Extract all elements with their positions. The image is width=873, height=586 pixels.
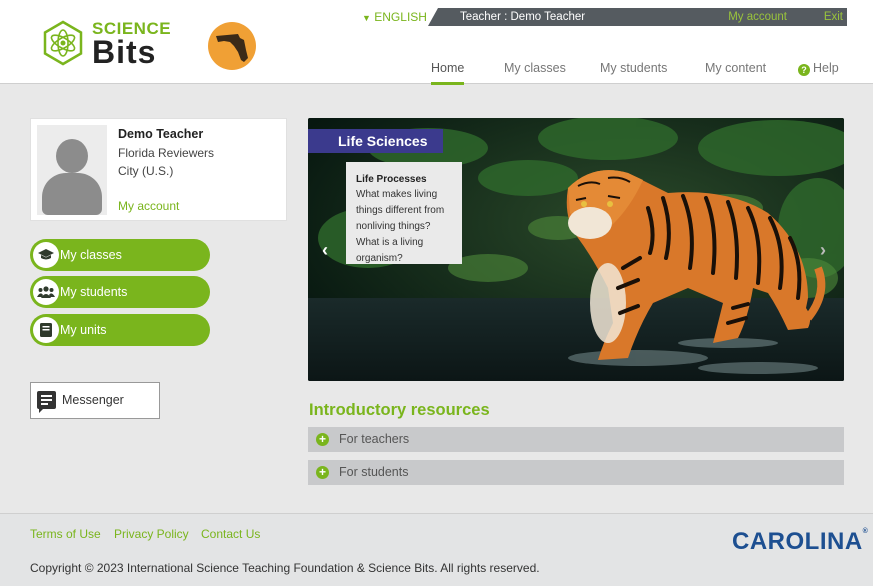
intro-resources-title: Introductory resources [309, 401, 490, 419]
profile-card: Demo Teacher Florida Reviewers City (U.S… [30, 118, 287, 221]
logo-bits-text: Bits [92, 34, 157, 70]
carousel-next-icon[interactable]: › [820, 240, 826, 261]
my-units-button[interactable]: My units [30, 314, 210, 346]
hero-card-title: Life Processes [356, 174, 427, 185]
terms-link[interactable]: Terms of Use [30, 527, 101, 541]
plus-icon: + [316, 466, 329, 479]
contact-link[interactable]: Contact Us [201, 527, 260, 541]
nav-my-content[interactable]: My content [705, 58, 766, 82]
avatar [37, 125, 107, 215]
header: SCIENCE Bits ▼ ENGLISH Teacher : Demo Te… [0, 0, 873, 85]
my-units-label: My units [60, 323, 107, 337]
avatar-body [42, 173, 102, 215]
profile-name: Demo Teacher [118, 127, 204, 141]
carousel-prev-icon[interactable]: ‹ [322, 240, 328, 261]
my-students-button[interactable]: My students [30, 276, 210, 308]
for-teachers-label: For teachers [339, 432, 410, 446]
my-students-label: My students [60, 285, 128, 299]
nav-home[interactable]: Home [431, 58, 465, 85]
hero-carousel: Life Sciences Life Processes What makes … [308, 118, 844, 381]
privacy-link[interactable]: Privacy Policy [114, 527, 189, 541]
graduation-cap-icon [33, 242, 59, 268]
copyright-text: Copyright © 2023 International Science T… [30, 561, 540, 575]
nav-my-students[interactable]: My students [600, 58, 667, 82]
nav-help-label: Help [813, 61, 839, 75]
my-classes-label: My classes [60, 248, 122, 262]
messenger-button[interactable]: Messenger [30, 382, 160, 419]
hero-info-card[interactable]: Life Processes What makes living things … [346, 162, 462, 264]
messenger-label: Messenger [62, 393, 124, 407]
for-teachers-accordion[interactable]: + For teachers [308, 427, 844, 452]
exit-link[interactable]: Exit [824, 8, 843, 26]
avatar-head [56, 139, 88, 173]
current-user: Teacher : Demo Teacher [460, 11, 586, 23]
atom-icon [43, 20, 83, 66]
my-account-link[interactable]: My account [728, 8, 787, 26]
science-bits-logo[interactable]: SCIENCE Bits [40, 16, 171, 74]
for-students-accordion[interactable]: + For students [308, 460, 844, 485]
hero-category-label: Life Sciences [308, 129, 443, 153]
book-icon [33, 317, 59, 343]
group-icon [33, 279, 59, 305]
user-bar: Teacher : Demo Teacher My account Exit [428, 8, 847, 26]
profile-city: City (U.S.) [118, 164, 174, 178]
nav-help[interactable]: ? Help [798, 58, 839, 82]
language-label: ENGLISH [374, 10, 427, 24]
help-icon: ? [798, 64, 810, 76]
profile-organization: Florida Reviewers [118, 146, 215, 160]
plus-icon: + [316, 433, 329, 446]
hero-card-text: What makes living things different from … [356, 189, 445, 264]
my-classes-button[interactable]: My classes [30, 239, 210, 271]
caret-down-icon: ▼ [362, 13, 371, 23]
florida-state-icon [208, 22, 256, 70]
footer: Terms of Use Privacy Policy Contact Us C… [0, 513, 873, 586]
for-students-label: For students [339, 465, 409, 479]
carolina-logo[interactable]: CAROLINA® [732, 528, 868, 556]
chat-icon [37, 391, 56, 413]
carolina-text: CAROLINA [732, 528, 863, 555]
nav-my-classes[interactable]: My classes [504, 58, 566, 82]
profile-my-account-link[interactable]: My account [118, 199, 179, 213]
